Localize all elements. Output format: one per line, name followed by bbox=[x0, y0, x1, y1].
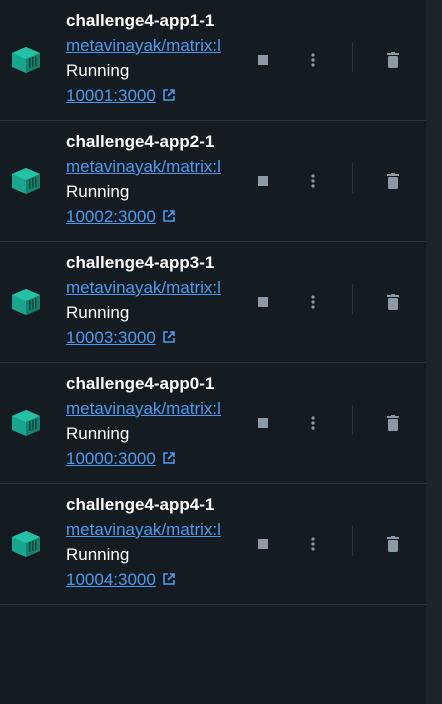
container-row: challenge4-app0-1 metavinayak/matrix:l R… bbox=[0, 363, 426, 484]
container-rows: challenge4-app1-1 metavinayak/matrix:l R… bbox=[0, 0, 426, 605]
delete-button[interactable] bbox=[378, 529, 408, 559]
delete-button[interactable] bbox=[378, 287, 408, 317]
image-link[interactable]: metavinayak/matrix:l bbox=[66, 275, 234, 300]
container-row: challenge4-app4-1 metavinayak/matrix:l R… bbox=[0, 484, 426, 605]
container-list: challenge4-app1-1 metavinayak/matrix:l R… bbox=[0, 0, 426, 704]
status-text: Running bbox=[66, 182, 130, 201]
stop-button[interactable] bbox=[248, 45, 278, 75]
stop-icon bbox=[258, 176, 268, 186]
container-info: challenge4-app1-1 metavinayak/matrix:l R… bbox=[66, 8, 234, 108]
stop-button[interactable] bbox=[248, 408, 278, 438]
trash-icon bbox=[387, 173, 399, 189]
more-vertical-icon bbox=[311, 416, 315, 430]
action-divider bbox=[352, 526, 353, 556]
status-text: Running bbox=[66, 61, 130, 80]
status-text: Running bbox=[66, 545, 130, 564]
container-row: challenge4-app2-1 metavinayak/matrix:l R… bbox=[0, 121, 426, 242]
stop-button[interactable] bbox=[248, 529, 278, 559]
more-vertical-icon bbox=[311, 537, 315, 551]
more-actions-button[interactable] bbox=[298, 287, 328, 317]
container-name: challenge4-app0-1 bbox=[66, 374, 215, 393]
image-link[interactable]: metavinayak/matrix:l bbox=[66, 33, 234, 58]
port-line: 10001:3000 bbox=[66, 83, 234, 108]
trash-icon bbox=[387, 52, 399, 68]
container-info: challenge4-app3-1 metavinayak/matrix:l R… bbox=[66, 250, 234, 350]
container-name: challenge4-app4-1 bbox=[66, 495, 215, 514]
trash-icon bbox=[387, 415, 399, 431]
container-name: challenge4-app1-1 bbox=[66, 11, 215, 30]
stop-icon bbox=[258, 297, 268, 307]
port-link[interactable]: 10000:3000 bbox=[66, 449, 156, 468]
trash-icon bbox=[387, 536, 399, 552]
external-link-icon[interactable] bbox=[162, 88, 176, 102]
stop-button[interactable] bbox=[248, 166, 278, 196]
stop-button[interactable] bbox=[248, 287, 278, 317]
more-vertical-icon bbox=[311, 174, 315, 188]
stop-icon bbox=[258, 55, 268, 65]
port-link[interactable]: 10003:3000 bbox=[66, 328, 156, 347]
container-icon bbox=[12, 289, 40, 315]
delete-button[interactable] bbox=[378, 408, 408, 438]
container-icon bbox=[12, 531, 40, 557]
action-divider bbox=[352, 42, 353, 72]
container-icon bbox=[12, 168, 40, 194]
more-actions-button[interactable] bbox=[298, 408, 328, 438]
external-link-icon[interactable] bbox=[162, 572, 176, 586]
container-icon bbox=[12, 47, 40, 73]
action-divider bbox=[352, 163, 353, 193]
delete-button[interactable] bbox=[378, 45, 408, 75]
scrollbar-thumb[interactable] bbox=[430, 6, 438, 696]
external-link-icon[interactable] bbox=[162, 451, 176, 465]
container-name: challenge4-app2-1 bbox=[66, 132, 215, 151]
port-link[interactable]: 10002:3000 bbox=[66, 207, 156, 226]
scrollbar[interactable] bbox=[426, 0, 442, 704]
action-divider bbox=[352, 284, 353, 314]
image-link[interactable]: metavinayak/matrix:l bbox=[66, 154, 234, 179]
action-divider bbox=[352, 405, 353, 435]
more-vertical-icon bbox=[311, 295, 315, 309]
trash-icon bbox=[387, 294, 399, 310]
stop-icon bbox=[258, 539, 268, 549]
port-line: 10004:3000 bbox=[66, 567, 234, 592]
container-name: challenge4-app3-1 bbox=[66, 253, 215, 272]
port-line: 10000:3000 bbox=[66, 446, 234, 471]
port-line: 10002:3000 bbox=[66, 204, 234, 229]
container-info: challenge4-app2-1 metavinayak/matrix:l R… bbox=[66, 129, 234, 229]
container-info: challenge4-app0-1 metavinayak/matrix:l R… bbox=[66, 371, 234, 471]
more-vertical-icon bbox=[311, 53, 315, 67]
stop-icon bbox=[258, 418, 268, 428]
external-link-icon[interactable] bbox=[162, 209, 176, 223]
status-text: Running bbox=[66, 424, 130, 443]
container-row: challenge4-app3-1 metavinayak/matrix:l R… bbox=[0, 242, 426, 363]
port-line: 10003:3000 bbox=[66, 325, 234, 350]
container-icon bbox=[12, 410, 40, 436]
image-link[interactable]: metavinayak/matrix:l bbox=[66, 396, 234, 421]
image-link[interactable]: metavinayak/matrix:l bbox=[66, 517, 234, 542]
container-info: challenge4-app4-1 metavinayak/matrix:l R… bbox=[66, 492, 234, 592]
external-link-icon[interactable] bbox=[162, 330, 176, 344]
container-row: challenge4-app1-1 metavinayak/matrix:l R… bbox=[0, 0, 426, 121]
more-actions-button[interactable] bbox=[298, 166, 328, 196]
delete-button[interactable] bbox=[378, 166, 408, 196]
port-link[interactable]: 10001:3000 bbox=[66, 86, 156, 105]
more-actions-button[interactable] bbox=[298, 529, 328, 559]
port-link[interactable]: 10004:3000 bbox=[66, 570, 156, 589]
more-actions-button[interactable] bbox=[298, 45, 328, 75]
status-text: Running bbox=[66, 303, 130, 322]
